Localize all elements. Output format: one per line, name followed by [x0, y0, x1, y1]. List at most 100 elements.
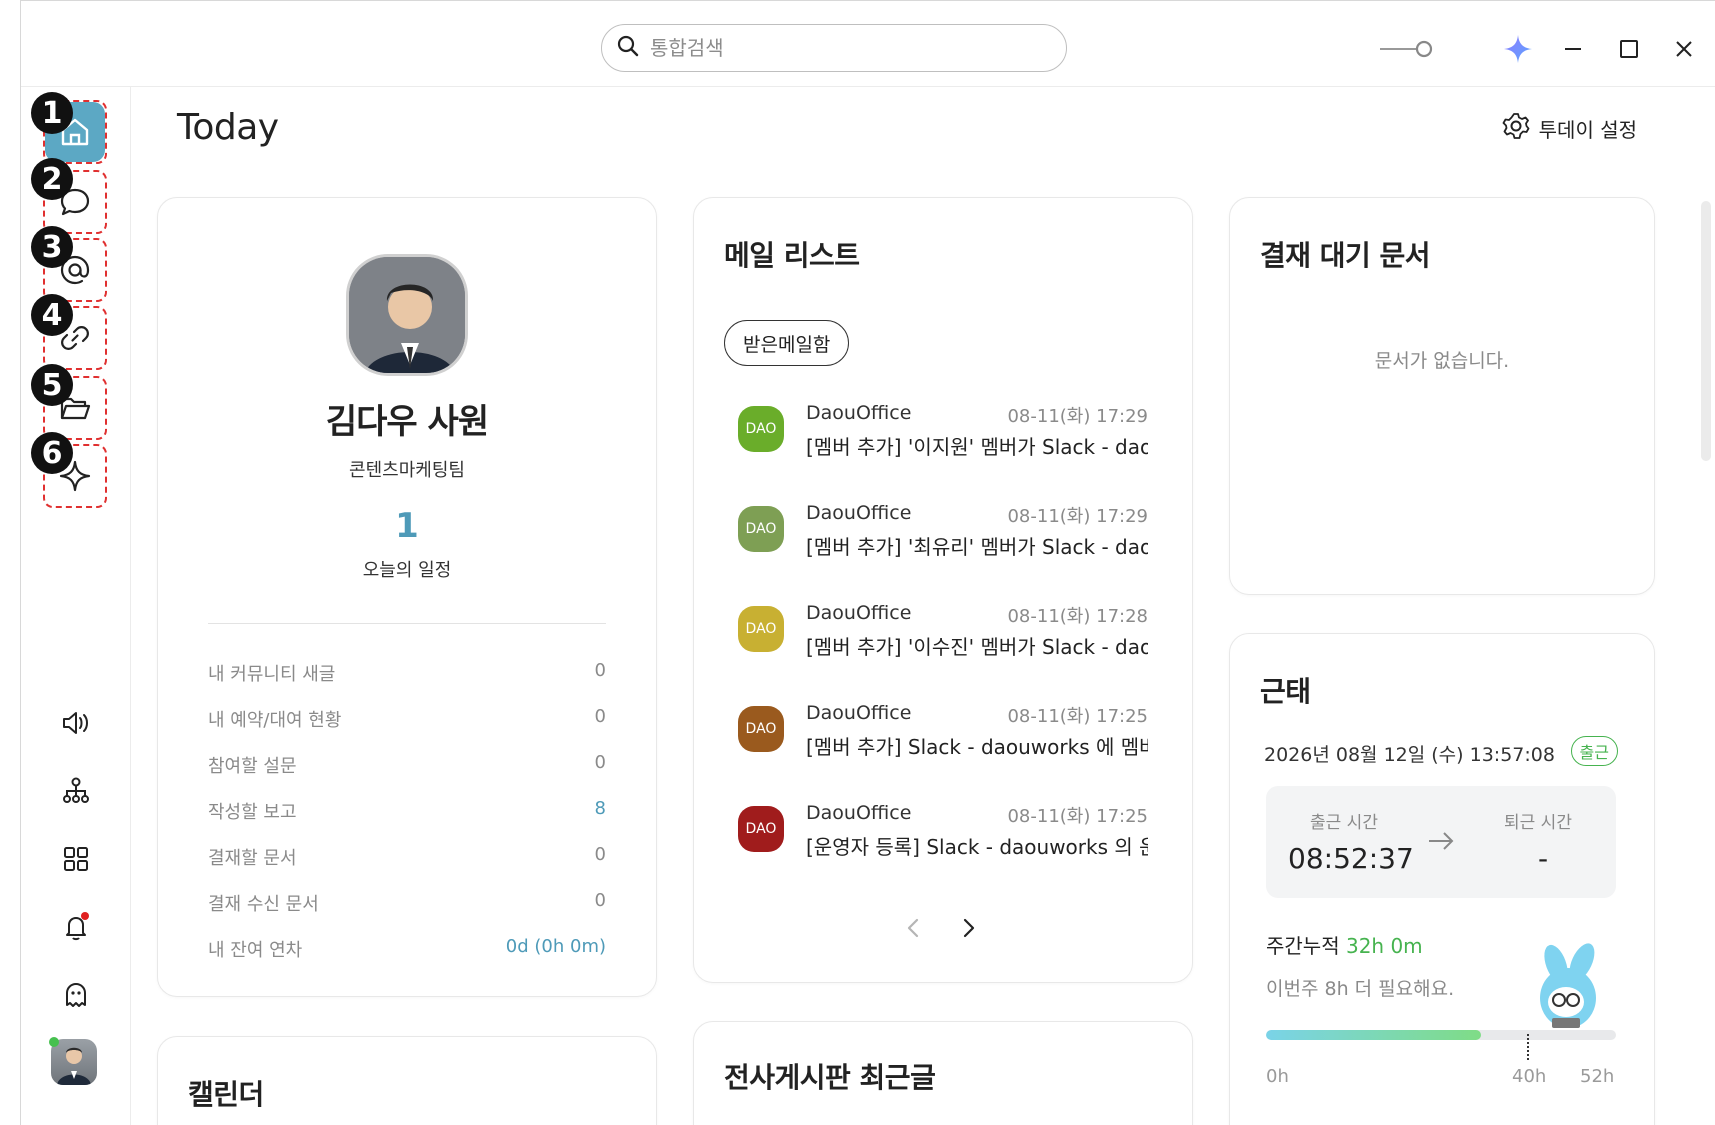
- org-chart-icon[interactable]: [56, 771, 96, 811]
- stat-label: 참여할 설문: [208, 756, 297, 777]
- next-page-button[interactable]: [948, 908, 988, 948]
- stat-value: 0d (0h 0m): [505, 936, 606, 957]
- stat-value: 0: [594, 890, 606, 911]
- nav-drive[interactable]: 5: [31, 364, 107, 440]
- sender-logo: DAO: [738, 806, 784, 852]
- stat-row[interactable]: 내 예약/대여 현황 0: [208, 706, 606, 732]
- stat-label: 내 커뮤니티 새글: [208, 664, 336, 685]
- nav-mail[interactable]: 3: [31, 226, 107, 302]
- mail-item[interactable]: DAO DaouOffice 08-11(화) 17:29 [멤버 추가] '최…: [738, 502, 1148, 586]
- online-status-dot: [49, 1037, 59, 1047]
- chevron-right-icon: [963, 918, 975, 938]
- bell-icon[interactable]: [56, 907, 96, 947]
- close-button[interactable]: [1664, 29, 1704, 69]
- weekly-label: 주간누적: [1266, 934, 1340, 958]
- callout-number: 5: [31, 364, 73, 406]
- sender-logo: DAO: [738, 406, 784, 452]
- calendar-title: 캘린더: [188, 1078, 264, 1111]
- stat-label: 내 잔여 연차: [208, 940, 303, 961]
- stat-label: 결재할 문서: [208, 848, 297, 869]
- mail-date: 08-11(화) 17:25: [1007, 706, 1148, 727]
- inbox-tab[interactable]: 받은메일함: [724, 320, 850, 366]
- stat-label: 결재 수신 문서: [208, 894, 319, 915]
- profile-name: 김다우 사원: [325, 402, 489, 442]
- mail-sender: DaouOffice: [806, 602, 912, 624]
- minimize-button[interactable]: [1553, 29, 1593, 69]
- mail-subject: [운영자 등록] Slack - daouworks 의 운영자: [806, 835, 1148, 859]
- empty-message: 문서가 없습니다.: [1374, 350, 1510, 372]
- today-settings-button[interactable]: 투데이 설정: [1501, 111, 1637, 146]
- maximize-button[interactable]: [1609, 29, 1649, 69]
- stat-row[interactable]: 내 커뮤니티 새글 0: [208, 660, 606, 686]
- approval-card: 결재 대기 문서 문서가 없습니다.: [1229, 197, 1655, 595]
- nav-link[interactable]: 4: [31, 294, 107, 370]
- gear-icon: [1501, 111, 1531, 146]
- mail-subject: [멤버 추가] '최유리' 멤버가 Slack - daouworks: [806, 535, 1148, 559]
- board-card: 전사게시판 최근글: [693, 1021, 1193, 1125]
- schedule-count[interactable]: 1: [158, 506, 656, 546]
- stat-row[interactable]: 결재할 문서 0: [208, 844, 606, 870]
- nav-chat[interactable]: 2: [31, 158, 107, 234]
- mail-list-card: 메일 리스트 받은메일함 DAO DaouOffice 08-11(화) 17:…: [693, 197, 1193, 983]
- stat-value: 8: [594, 798, 606, 819]
- profile-photo: [346, 254, 468, 376]
- avatar[interactable]: [51, 1039, 97, 1085]
- mail-sender: DaouOffice: [806, 502, 912, 524]
- mail-date: 08-11(화) 17:29: [1007, 506, 1148, 527]
- mail-date: 08-11(화) 17:25: [1007, 806, 1148, 827]
- callout-number: 3: [31, 226, 73, 268]
- mail-item[interactable]: DAO DaouOffice 08-11(화) 17:28 [멤버 추가] '이…: [738, 602, 1148, 686]
- clock-in-label: 출근 시간: [1310, 813, 1378, 833]
- mail-item[interactable]: DAO DaouOffice 08-11(화) 17:25 [운영자 등록] S…: [738, 802, 1148, 886]
- mail-subject: [멤버 추가] '이수진' 멤버가 Slack - daouworks: [806, 635, 1148, 659]
- profile-card: 김다우 사원 콘텐츠마케팅팀 1 오늘의 일정 내 커뮤니티 새글 0 내 예약/…: [157, 197, 657, 997]
- stat-label: 내 예약/대여 현황: [208, 710, 342, 731]
- global-search[interactable]: [601, 24, 1067, 72]
- ghost-icon[interactable]: [56, 975, 96, 1015]
- mail-subject: [멤버 추가] Slack - daouworks 에 멤버가: [806, 735, 1148, 759]
- mail-date: 08-11(화) 17:28: [1007, 606, 1148, 627]
- profile-team: 콘텐츠마케팅팀: [349, 460, 465, 481]
- board-title: 전사게시판 최근글: [724, 1061, 936, 1094]
- tick-label: 52h: [1580, 1066, 1615, 1087]
- callout-number: 1: [31, 92, 73, 134]
- divider: [208, 623, 606, 624]
- stat-row[interactable]: 참여할 설문 0: [208, 752, 606, 778]
- calendar-card: 캘린더: [157, 1036, 657, 1125]
- speaker-icon[interactable]: [56, 703, 96, 743]
- callout-number: 6: [31, 432, 73, 474]
- weekly-value: 32h 0m: [1345, 934, 1423, 958]
- settings-label: 투데이 설정: [1538, 118, 1637, 142]
- clock-out-time: -: [1538, 842, 1549, 875]
- search-input[interactable]: [650, 36, 1030, 60]
- mascot-character: [1526, 940, 1610, 1040]
- nav-ai[interactable]: 6: [31, 432, 107, 508]
- ai-sparkle-icon[interactable]: [1498, 29, 1538, 69]
- mail-item[interactable]: DAO DaouOffice 08-11(화) 17:25 [멤버 추가] Sl…: [738, 702, 1148, 786]
- mail-date: 08-11(화) 17:29: [1007, 406, 1148, 427]
- app-window: 1 2 3 4 5: [20, 0, 1715, 1125]
- scrollbar[interactable]: [1701, 201, 1711, 461]
- callout-number: 4: [31, 294, 73, 336]
- schedule-label: 오늘의 일정: [362, 560, 452, 581]
- attendance-datetime: 2026년 08월 12일 (수) 13:57:08: [1264, 744, 1555, 766]
- mail-sender: DaouOffice: [806, 702, 912, 724]
- status-badge: 출근: [1570, 736, 1618, 766]
- stat-row[interactable]: 내 잔여 연차 0d (0h 0m): [208, 936, 606, 962]
- mail-item[interactable]: DAO DaouOffice 08-11(화) 17:29 [멤버 추가] '이…: [738, 402, 1148, 486]
- tick-label: 40h: [1512, 1066, 1547, 1087]
- stat-row[interactable]: 작성할 보고 8: [208, 798, 606, 824]
- zoom-slider[interactable]: [1376, 29, 1436, 69]
- prev-page-button[interactable]: [894, 908, 934, 948]
- arrow-right-icon: [1426, 826, 1456, 860]
- stat-row[interactable]: 결재 수신 문서 0: [208, 890, 606, 916]
- nav-home[interactable]: 1: [31, 92, 107, 164]
- hours-needed: 이번주 8h 더 필요해요.: [1266, 978, 1455, 1000]
- clock-out-label: 퇴근 시간: [1504, 813, 1572, 833]
- time-box: 출근 시간 08:52:37 퇴근 시간 -: [1266, 786, 1616, 898]
- search-icon: [616, 34, 640, 62]
- apps-grid-icon[interactable]: [56, 839, 96, 879]
- mail-sender: DaouOffice: [806, 802, 912, 824]
- tick-label: 0h: [1266, 1066, 1289, 1087]
- approval-title: 결재 대기 문서: [1260, 239, 1431, 272]
